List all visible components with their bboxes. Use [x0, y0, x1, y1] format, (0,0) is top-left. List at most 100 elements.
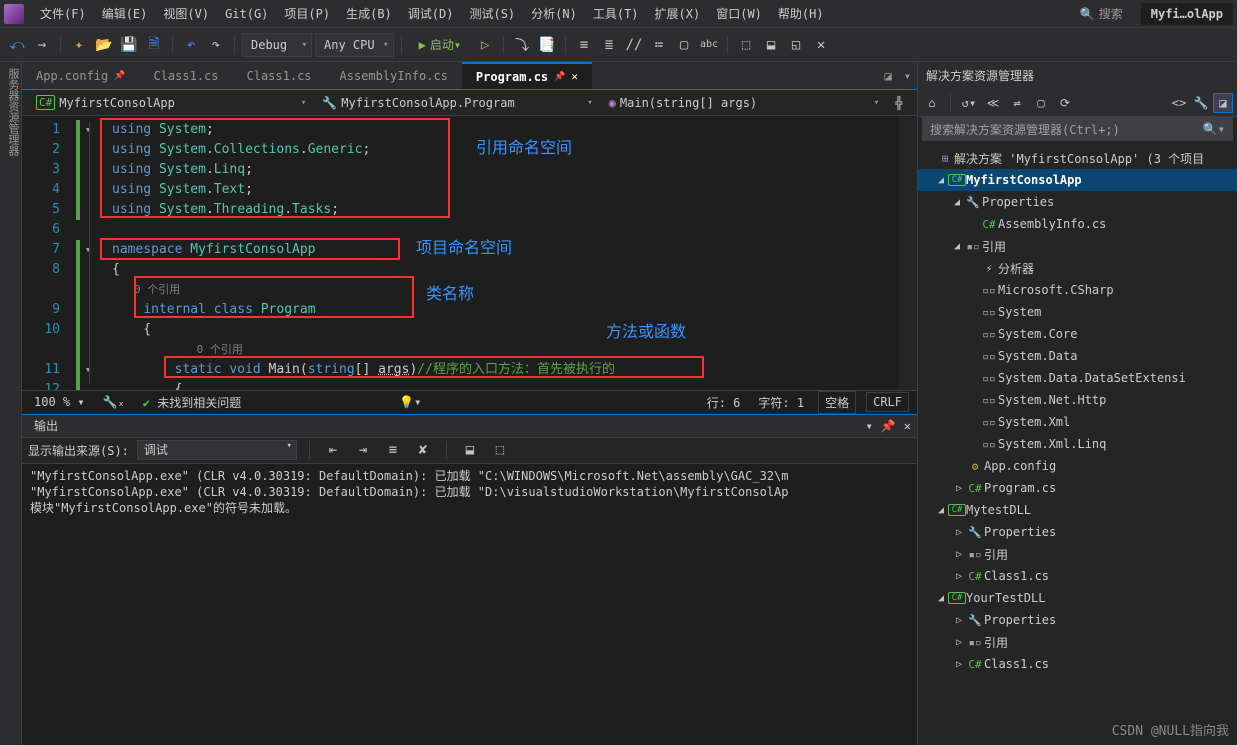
new-project-button[interactable]: ✦	[68, 34, 90, 56]
insert-mode[interactable]: 空格	[818, 391, 856, 414]
pin-icon[interactable]: 📌	[114, 71, 125, 81]
nav-fwd-button[interactable]: →	[31, 34, 53, 56]
menu-tools[interactable]: 工具(T)	[585, 1, 647, 26]
se-showall-icon[interactable]: ▢	[1031, 93, 1051, 113]
menu-analyze[interactable]: 分析(N)	[523, 1, 585, 26]
output-title[interactable]: 输出	[28, 415, 64, 436]
se-wrench-icon[interactable]: 🔧	[1191, 93, 1211, 113]
se-home-icon[interactable]: ⌂	[922, 93, 942, 113]
bookmark-icon[interactable]: ▢	[673, 34, 695, 56]
out-tool-1-icon[interactable]: ⇤	[322, 439, 344, 461]
tree-ref-1[interactable]: ▫▫Microsoft.CSharp	[918, 279, 1237, 301]
se-back-icon[interactable]: ≪	[983, 93, 1003, 113]
se-refresh-icon[interactable]: ⟳	[1055, 93, 1075, 113]
out-tool-3-icon[interactable]: ≡	[382, 439, 404, 461]
output-pin-icon[interactable]: 📌	[881, 419, 896, 433]
start-nodebug-button[interactable]: ▷	[474, 34, 496, 56]
tree-properties[interactable]: 🔧Properties	[918, 191, 1237, 213]
search-box[interactable]: 🔍 搜索	[1080, 5, 1123, 22]
toolbox-icon[interactable]: 🔧ₓ	[99, 395, 129, 409]
menu-git[interactable]: Git(G)	[217, 3, 276, 25]
tree-p2-refs[interactable]: ▪▫引用	[918, 543, 1237, 565]
open-button[interactable]: 📂	[93, 34, 115, 56]
tool-1-icon[interactable]: ⤵	[511, 34, 533, 56]
split-editor-icon[interactable]: ╬	[887, 96, 911, 110]
tool-c-icon[interactable]: ◱	[785, 34, 807, 56]
left-sidebar-tab[interactable]: 服务器资源管理器	[0, 62, 22, 745]
comment-icon[interactable]: //	[623, 34, 645, 56]
tab-program[interactable]: Program.cs📌✕	[462, 62, 592, 89]
zoom-level[interactable]: 100 % ▾	[30, 395, 89, 409]
se-code-icon[interactable]: <>	[1169, 93, 1189, 113]
menu-debug[interactable]: 调试(D)	[400, 1, 462, 26]
menu-test[interactable]: 测试(S)	[461, 1, 523, 26]
error-status[interactable]: ✔ 未找到相关问题	[139, 394, 245, 411]
tree-ref-2[interactable]: ▫▫System	[918, 301, 1237, 323]
tree-program[interactable]: C#Program.cs	[918, 477, 1237, 499]
indent-inc-icon[interactable]: ≡	[573, 34, 595, 56]
save-all-button[interactable]: 🗎	[143, 34, 165, 56]
tabs-overflow-icon[interactable]: ▾	[898, 62, 917, 89]
se-search-input[interactable]: 搜索解决方案资源管理器(Ctrl+;)🔍▾	[922, 117, 1233, 141]
tool-b-icon[interactable]: ⬓	[760, 34, 782, 56]
bc-method[interactable]: ◉Main(string[] args)	[601, 96, 887, 110]
indent-dec-icon[interactable]: ≣	[598, 34, 620, 56]
menu-edit[interactable]: 编辑(E)	[94, 1, 156, 26]
tool-2-icon[interactable]: 📑	[536, 34, 558, 56]
se-sync-icon[interactable]: ⇌	[1007, 93, 1027, 113]
tree-p3-class1[interactable]: C#Class1.cs	[918, 653, 1237, 675]
se-history-icon[interactable]: ↺▾	[959, 93, 979, 113]
output-text[interactable]: "MyfirstConsolApp.exe" (CLR v4.0.30319: …	[22, 464, 917, 745]
tool-d-icon[interactable]: ✕	[810, 34, 832, 56]
pin-icon[interactable]: 📌	[554, 72, 565, 82]
menu-extensions[interactable]: 扩展(X)	[647, 1, 709, 26]
code-text[interactable]: using System; using System.Collections.G…	[106, 116, 899, 390]
save-button[interactable]: 💾	[118, 34, 140, 56]
tab-assemblyinfo[interactable]: AssemblyInfo.cs	[326, 62, 462, 89]
breakpoint-icon[interactable]: 💡▾	[395, 395, 425, 409]
uncomment-icon[interactable]: ≔	[648, 34, 670, 56]
se-preview-icon[interactable]: ◪	[1213, 93, 1233, 113]
menu-project[interactable]: 项目(P)	[276, 1, 338, 26]
tree-analyzer[interactable]: ⚡分析器	[918, 257, 1237, 279]
line-indicator[interactable]: 行: 6	[703, 394, 745, 411]
tree-p3-refs[interactable]: ▪▫引用	[918, 631, 1237, 653]
out-tool-2-icon[interactable]: ⇥	[352, 439, 374, 461]
menu-help[interactable]: 帮助(H)	[770, 1, 832, 26]
out-tool-4-icon[interactable]: ⬓	[459, 439, 481, 461]
bc-class[interactable]: 🔧MyfirstConsolApp.Program	[314, 96, 600, 110]
menu-file[interactable]: 文件(F)	[32, 1, 94, 26]
tree-ref-7[interactable]: ▫▫System.Xml	[918, 411, 1237, 433]
tree-ref-8[interactable]: ▫▫System.Xml.Linq	[918, 433, 1237, 455]
tree-p3-props[interactable]: 🔧Properties	[918, 609, 1237, 631]
tree-ref-5[interactable]: ▫▫System.Data.DataSetExtensi	[918, 367, 1237, 389]
tree-project-1[interactable]: C#MyfirstConsolApp	[918, 169, 1237, 191]
minimap-scrollbar[interactable]	[899, 116, 917, 390]
tree-p2-props[interactable]: 🔧Properties	[918, 521, 1237, 543]
output-dropdown-icon[interactable]: ▾	[866, 419, 873, 433]
nav-back-button[interactable]: ⤺	[6, 34, 28, 56]
output-source-dropdown[interactable]: 调试	[137, 440, 297, 460]
menu-window[interactable]: 窗口(W)	[708, 1, 770, 26]
tree-references[interactable]: ▪▫引用	[918, 235, 1237, 257]
config-dropdown[interactable]: Debug	[242, 33, 312, 57]
tree-project-3[interactable]: C#YourTestDLL	[918, 587, 1237, 609]
fold-column[interactable]: ▾▾▾	[70, 116, 106, 390]
platform-dropdown[interactable]: Any CPU	[315, 33, 394, 57]
undo-button[interactable]: ↶	[180, 34, 202, 56]
code-editor[interactable]: 12345678 910 11121314151617 ▾▾▾ using Sy…	[22, 116, 917, 390]
tree-ref-4[interactable]: ▫▫System.Data	[918, 345, 1237, 367]
tool-a-icon[interactable]: ⬚	[735, 34, 757, 56]
tab-appconfig[interactable]: App.config📌	[22, 62, 139, 89]
solution-tree[interactable]: ⊞解决方案 'MyfirstConsolApp' (3 个项目 C#Myfirs…	[918, 145, 1237, 745]
tree-ref-3[interactable]: ▫▫System.Core	[918, 323, 1237, 345]
close-tab-icon[interactable]: ✕	[571, 70, 578, 83]
output-close-icon[interactable]: ✕	[904, 419, 911, 433]
tab-class1-a[interactable]: Class1.cs	[139, 62, 232, 89]
tree-ref-6[interactable]: ▫▫System.Net.Http	[918, 389, 1237, 411]
tree-project-2[interactable]: C#MytestDLL	[918, 499, 1237, 521]
tab-class1-b[interactable]: Class1.cs	[233, 62, 326, 89]
tree-appconfig[interactable]: ⚙App.config	[918, 455, 1237, 477]
tree-p2-class1[interactable]: C#Class1.cs	[918, 565, 1237, 587]
out-tool-5-icon[interactable]: ⬚	[489, 439, 511, 461]
